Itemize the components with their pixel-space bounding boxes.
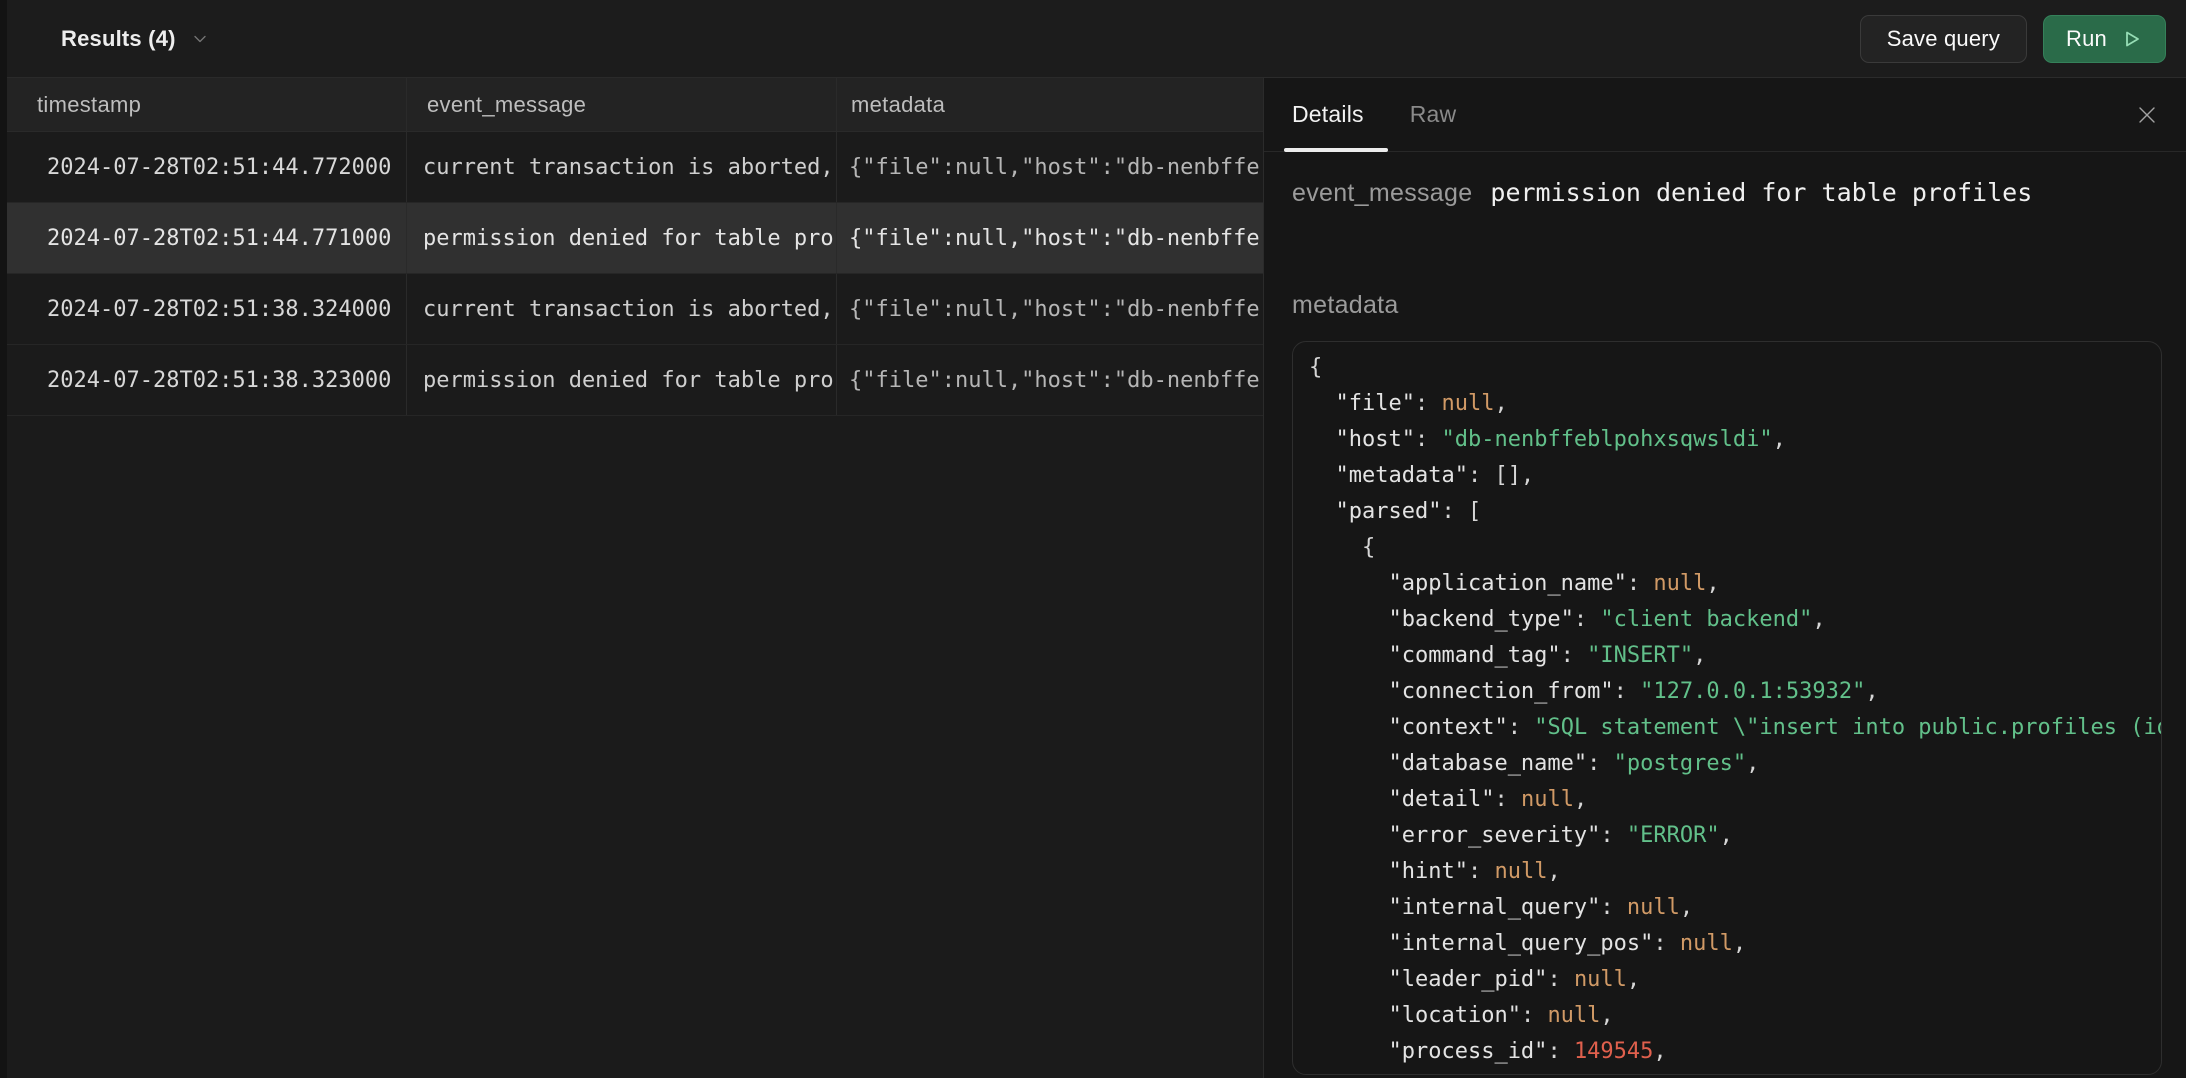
metadata-cell: {"file":null,"host":"db-nenbffe [837,274,1263,344]
json-line: "query": "INSERT INTO \"users\" (\"aud\"… [1309,1070,2145,1075]
metadata-label: metadata [1292,291,2162,321]
timestamp-cell: 2024-07-28T02:51:44.771000 [7,203,407,273]
left-edge-strip [0,0,7,1078]
details-panel: Details Raw event_message permission den… [1263,77,2186,1078]
column-header-event_message: event_message [407,78,837,131]
metadata-cell: {"file":null,"host":"db-nenbffe [837,132,1263,202]
column-header-metadata: metadata [837,78,1263,131]
metadata-cell: {"file":null,"host":"db-nenbffe [837,345,1263,415]
tab-details-label: Details [1292,101,1364,128]
results-table: timestampevent_messagemetadata 2024-07-2… [7,77,1263,416]
run-label: Run [2066,26,2107,52]
save-query-button[interactable]: Save query [1860,15,2027,63]
json-line: "parsed": [ [1309,494,2145,530]
json-line: { [1309,350,2145,386]
json-line: "command_tag": "INSERT", [1309,638,2145,674]
json-line: "detail": null, [1309,782,2145,818]
json-line: "context": "SQL statement \"insert into … [1309,710,2145,746]
table-row[interactable]: 2024-07-28T02:51:38.323000 permission de… [7,345,1263,416]
json-line: "file": null, [1309,386,2145,422]
event-message-cell: current transaction is aborted, [407,132,837,202]
event-message-cell: permission denied for table pro [407,345,837,415]
json-line: "internal_query_pos": null, [1309,926,2145,962]
table-body: 2024-07-28T02:51:44.772000 current trans… [7,132,1263,416]
chevron-down-icon [190,29,210,49]
timestamp-cell: 2024-07-28T02:51:44.772000 [7,132,407,202]
table-header-row: timestampevent_messagemetadata [7,77,1263,132]
metadata-json-box[interactable]: { "file": null, "host": "db-nenbffeblpoh… [1292,341,2162,1075]
details-body: event_message permission denied for tabl… [1264,152,2186,1075]
json-line: "host": "db-nenbffeblpohxsqwsldi", [1309,422,2145,458]
results-count-label: Results (4) [61,26,176,52]
json-line: "error_severity": "ERROR", [1309,818,2145,854]
table-row[interactable]: 2024-07-28T02:51:44.772000 current trans… [7,132,1263,203]
table-row[interactable]: 2024-07-28T02:51:44.771000 permission de… [7,203,1263,274]
event-message-field: event_message permission denied for tabl… [1292,178,2162,214]
event-message-cell: permission denied for table pro [407,203,837,273]
tab-raw-label: Raw [1410,101,1457,128]
save-query-label: Save query [1887,26,2000,52]
table-row[interactable]: 2024-07-28T02:51:38.324000 current trans… [7,274,1263,345]
json-line: "hint": null, [1309,854,2145,890]
results-dropdown[interactable]: Results (4) [61,26,210,52]
details-tabbar: Details Raw [1264,78,2186,152]
event-message-label: event_message [1292,179,1472,208]
json-line: "location": null, [1309,998,2145,1034]
play-icon [2119,27,2143,51]
json-line: "application_name": null, [1309,566,2145,602]
json-line: "internal_query": null, [1309,890,2145,926]
json-line: "metadata": [], [1309,458,2145,494]
metadata-cell: {"file":null,"host":"db-nenbffe [837,203,1263,273]
column-header-timestamp: timestamp [7,78,407,131]
timestamp-cell: 2024-07-28T02:51:38.323000 [7,345,407,415]
json-line: "leader_pid": null, [1309,962,2145,998]
metadata-json-content: { "file": null, "host": "db-nenbffeblpoh… [1293,342,2161,1075]
run-button[interactable]: Run [2043,15,2166,63]
json-line: "database_name": "postgres", [1309,746,2145,782]
json-line: "backend_type": "client backend", [1309,602,2145,638]
json-line: { [1309,530,2145,566]
tab-raw[interactable]: Raw [1410,78,1463,151]
topbar: Results (4) Save query Run [7,0,2186,77]
event-message-cell: current transaction is aborted, [407,274,837,344]
close-icon [2135,103,2159,127]
json-line: "connection_from": "127.0.0.1:53932", [1309,674,2145,710]
tab-details[interactable]: Details [1292,78,1370,151]
json-line: "process_id": 149545, [1309,1034,2145,1070]
timestamp-cell: 2024-07-28T02:51:38.324000 [7,274,407,344]
close-panel-button[interactable] [2130,98,2164,132]
event-message-value: permission denied for table profiles [1490,178,2032,207]
